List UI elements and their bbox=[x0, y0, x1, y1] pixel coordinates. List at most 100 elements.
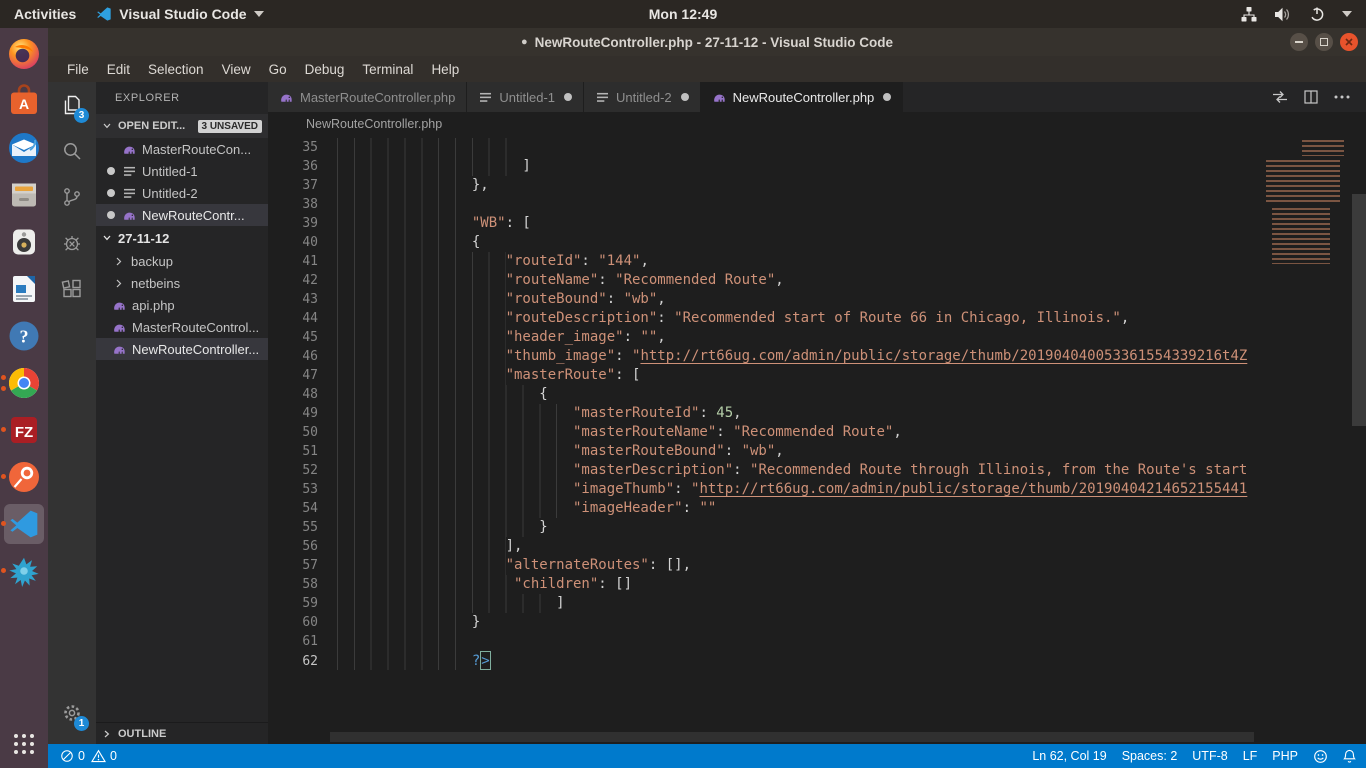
network-icon[interactable] bbox=[1241, 7, 1257, 22]
window-title-bar[interactable]: ● NewRouteController.php - 27-11-12 - Vi… bbox=[48, 28, 1366, 56]
settings-gear-icon[interactable]: 1 bbox=[48, 690, 96, 736]
code-line-52[interactable]: 52"masterDescription": "Recommended Rout… bbox=[268, 461, 1256, 480]
code-line-35[interactable]: 35 bbox=[268, 138, 1256, 157]
cursor-position[interactable]: Ln 62, Col 19 bbox=[1032, 749, 1106, 763]
clock[interactable]: Mon 12:49 bbox=[649, 6, 717, 22]
code-line-39[interactable]: 39"WB": [ bbox=[268, 214, 1256, 233]
code-line-37[interactable]: 37}, bbox=[268, 176, 1256, 195]
open-changes-icon[interactable] bbox=[1272, 90, 1288, 104]
encoding[interactable]: UTF-8 bbox=[1192, 749, 1227, 763]
code-line-58[interactable]: 58"children": [] bbox=[268, 575, 1256, 594]
outline-header[interactable]: OUTLINE bbox=[96, 722, 268, 744]
code-line-61[interactable]: 61 bbox=[268, 632, 1256, 651]
code-line-47[interactable]: 47"masterRoute": [ bbox=[268, 366, 1256, 385]
open-editor-item[interactable]: MasterRouteCon... bbox=[96, 138, 268, 160]
open-editor-item[interactable]: NewRouteContr... bbox=[96, 204, 268, 226]
chevron-down-icon[interactable] bbox=[1342, 11, 1352, 17]
eol-sequence[interactable]: LF bbox=[1243, 749, 1258, 763]
language-mode[interactable]: PHP bbox=[1272, 749, 1298, 763]
code-line-53[interactable]: 53"imageThumb": "http://rt66ug.com/admin… bbox=[268, 480, 1256, 499]
menu-help[interactable]: Help bbox=[422, 62, 468, 77]
vertical-scrollbar[interactable] bbox=[1352, 194, 1366, 426]
power-icon[interactable] bbox=[1309, 6, 1325, 22]
menu-terminal[interactable]: Terminal bbox=[353, 62, 422, 77]
horizontal-scrollbar[interactable] bbox=[330, 732, 1254, 742]
chrome-icon[interactable] bbox=[4, 363, 44, 403]
status-bar: 0 0 Ln 62, Col 19 Spaces: 2 UTF-8 LF PHP bbox=[48, 744, 1366, 768]
errors-indicator[interactable]: 0 bbox=[60, 749, 85, 763]
tab-untitled-2[interactable]: Untitled-2 bbox=[584, 82, 701, 112]
open-editor-item[interactable]: Untitled-2 bbox=[96, 182, 268, 204]
code-line-56[interactable]: 56], bbox=[268, 537, 1256, 556]
postman-icon[interactable] bbox=[4, 457, 44, 497]
code-line-42[interactable]: 42"routeName": "Recommended Route", bbox=[268, 271, 1256, 290]
code-line-45[interactable]: 45"header_image": "", bbox=[268, 328, 1256, 347]
menu-edit[interactable]: Edit bbox=[98, 62, 139, 77]
code-line-59[interactable]: 59] bbox=[268, 594, 1256, 613]
code-editor[interactable]: 3536]37},3839"WB": [40{41"routeId": "144… bbox=[268, 136, 1366, 744]
code-line-49[interactable]: 49"masterRouteId": 45, bbox=[268, 404, 1256, 423]
extensions-activity-icon[interactable] bbox=[48, 266, 96, 312]
code-line-48[interactable]: 48{ bbox=[268, 385, 1256, 404]
code-line-44[interactable]: 44"routeDescription": "Recommended start… bbox=[268, 309, 1256, 328]
help-icon[interactable]: ? bbox=[4, 316, 44, 356]
code-line-60[interactable]: 60} bbox=[268, 613, 1256, 632]
ubuntu-software-icon[interactable]: A bbox=[4, 81, 44, 121]
debug-activity-icon[interactable] bbox=[48, 220, 96, 266]
warnings-indicator[interactable]: 0 bbox=[91, 749, 117, 763]
explorer-activity-icon[interactable]: 3 bbox=[48, 82, 96, 128]
code-line-40[interactable]: 40{ bbox=[268, 233, 1256, 252]
close-button[interactable] bbox=[1340, 33, 1358, 51]
menu-selection[interactable]: Selection bbox=[139, 62, 213, 77]
code-line-36[interactable]: 36] bbox=[268, 157, 1256, 176]
menu-view[interactable]: View bbox=[213, 62, 260, 77]
source-control-activity-icon[interactable] bbox=[48, 174, 96, 220]
firefox-icon[interactable] bbox=[4, 34, 44, 74]
activities-button[interactable]: Activities bbox=[14, 6, 76, 22]
menu-go[interactable]: Go bbox=[260, 62, 296, 77]
minimize-button[interactable] bbox=[1290, 33, 1308, 51]
menu-file[interactable]: File bbox=[58, 62, 98, 77]
vscode-dock-icon[interactable] bbox=[4, 504, 44, 544]
feedback-smiley-icon[interactable] bbox=[1313, 749, 1328, 764]
open-editor-item[interactable]: Untitled-1 bbox=[96, 160, 268, 182]
code-line-46[interactable]: 46"thumb_image": "http://rt66ug.com/admi… bbox=[268, 347, 1256, 366]
code-line-41[interactable]: 41"routeId": "144", bbox=[268, 252, 1256, 271]
folder-root-header[interactable]: 27-11-12 bbox=[96, 226, 268, 250]
tree-item-newroutecontroller-[interactable]: NewRouteController... bbox=[96, 338, 268, 360]
code-line-55[interactable]: 55} bbox=[268, 518, 1256, 537]
code-line-54[interactable]: 54"imageHeader": "" bbox=[268, 499, 1256, 518]
split-editor-icon[interactable] bbox=[1304, 90, 1318, 104]
show-applications-icon[interactable] bbox=[4, 724, 44, 764]
rhythmbox-icon[interactable] bbox=[4, 222, 44, 262]
code-line-57[interactable]: 57"alternateRoutes": [], bbox=[268, 556, 1256, 575]
minimap[interactable] bbox=[1256, 138, 1348, 270]
search-activity-icon[interactable] bbox=[48, 128, 96, 174]
open-editors-header[interactable]: OPEN EDIT... 3 UNSAVED bbox=[96, 114, 268, 138]
code-line-51[interactable]: 51"masterRouteBound": "wb", bbox=[268, 442, 1256, 461]
code-line-50[interactable]: 50"masterRouteName": "Recommended Route"… bbox=[268, 423, 1256, 442]
code-line-43[interactable]: 43"routeBound": "wb", bbox=[268, 290, 1256, 309]
volume-icon[interactable] bbox=[1274, 7, 1292, 22]
code-line-62[interactable]: 62?> bbox=[268, 651, 1256, 670]
tab-newroutecontroller-php[interactable]: NewRouteController.php bbox=[701, 82, 904, 112]
maximize-button[interactable] bbox=[1315, 33, 1333, 51]
libreoffice-writer-icon[interactable] bbox=[4, 269, 44, 309]
code-line-38[interactable]: 38 bbox=[268, 195, 1256, 214]
indentation[interactable]: Spaces: 2 bbox=[1122, 749, 1178, 763]
paint-splat-icon[interactable] bbox=[4, 551, 44, 591]
more-actions-icon[interactable] bbox=[1334, 95, 1350, 99]
tree-item-netbeins[interactable]: netbeins bbox=[96, 272, 268, 294]
filezilla-icon[interactable]: FZ bbox=[4, 410, 44, 450]
breadcrumb[interactable]: NewRouteController.php bbox=[268, 112, 1366, 136]
tree-item-backup[interactable]: backup bbox=[96, 250, 268, 272]
menu-debug[interactable]: Debug bbox=[296, 62, 354, 77]
tab-untitled-1[interactable]: Untitled-1 bbox=[467, 82, 584, 112]
files-icon[interactable] bbox=[4, 175, 44, 215]
tree-item-masterroutecontrol-[interactable]: MasterRouteControl... bbox=[96, 316, 268, 338]
notifications-bell-icon[interactable] bbox=[1343, 749, 1356, 764]
tab-masterroutecontroller-php[interactable]: MasterRouteController.php bbox=[268, 82, 467, 112]
tree-item-api-php[interactable]: api.php bbox=[96, 294, 268, 316]
app-menu[interactable]: Visual Studio Code bbox=[96, 6, 263, 22]
thunderbird-icon[interactable] bbox=[4, 128, 44, 168]
